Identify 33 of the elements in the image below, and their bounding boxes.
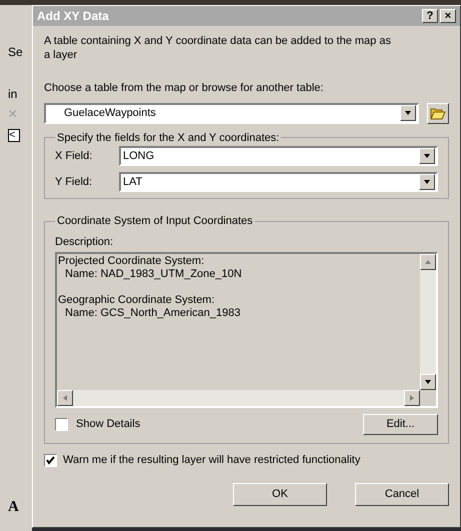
group-legend: Coordinate System of Input Coordinates	[55, 213, 255, 230]
edit-button[interactable]: Edit...	[363, 414, 438, 435]
checkbox[interactable]	[44, 454, 57, 467]
close-button[interactable]: ×	[440, 9, 456, 23]
toolbar-label: ×	[8, 107, 18, 123]
menu-label: Se	[8, 44, 24, 61]
checkbox-label: Show Details	[76, 417, 142, 432]
dialog-button[interactable]: OK	[233, 482, 327, 506]
toolbar-label: A	[8, 498, 20, 517]
description-heading: Geographic Coordinate System:	[58, 294, 216, 307]
field-dropdown[interactable]: LAT	[119, 172, 438, 192]
intro-text: A table containing X and Y coordinate data can be added to the map as a layer	[44, 34, 392, 62]
description-line: Name: NAD_1983_UTM_Zone_10N	[64, 268, 243, 281]
description-label: Description:	[55, 234, 114, 250]
description-heading: Projected Coordinate System:	[58, 255, 206, 268]
field-label: Y Field:	[55, 174, 94, 190]
folder-icon	[430, 106, 446, 120]
tab-label: <	[8, 129, 20, 142]
description-line: Name: GCS_North_American_1983	[64, 307, 242, 320]
checkbox-label: Warn me if the resulting layer will have restricted functionality	[63, 453, 360, 468]
table-prompt: Choose a table from the map or browse for another table:	[44, 81, 324, 96]
field-dropdown[interactable]: LONG	[119, 146, 438, 166]
field-label: X Field:	[55, 148, 94, 164]
help-button[interactable]: ?	[422, 9, 438, 23]
menu-label: in	[8, 86, 18, 103]
open-folder-button[interactable]	[427, 102, 449, 124]
vertical-scrollbar[interactable]	[420, 254, 436, 390]
window-title: Add XY Data	[37, 8, 110, 25]
table-dropdown[interactable]: GuelaceWaypoints	[44, 102, 419, 124]
group-legend: Specify the fields for the X and Y coordinates:	[55, 130, 282, 146]
horizontal-scrollbar[interactable]	[57, 390, 420, 406]
checkbox[interactable]	[55, 418, 68, 431]
dialog-button[interactable]: Cancel	[355, 482, 449, 506]
